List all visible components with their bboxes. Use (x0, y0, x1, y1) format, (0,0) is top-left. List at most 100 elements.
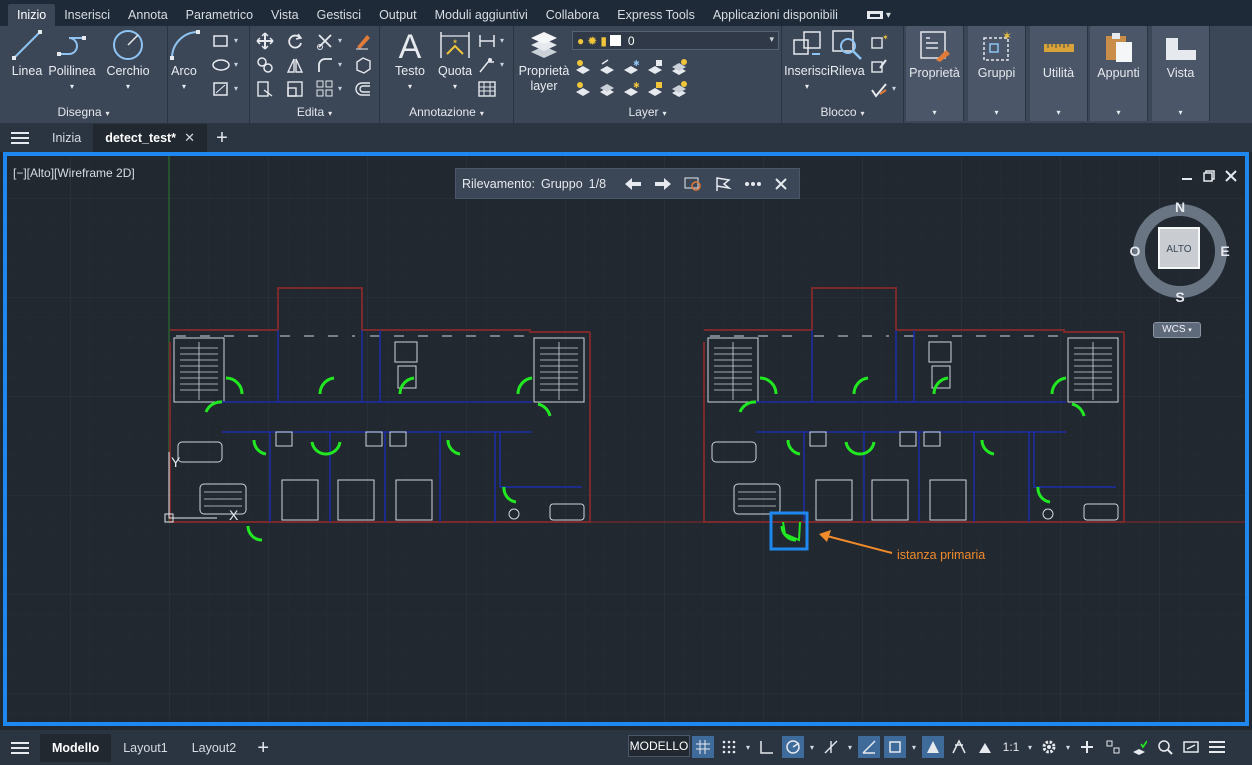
next-arrow-icon[interactable] (654, 177, 672, 191)
quick-properties-icon[interactable] (1128, 736, 1150, 758)
linear-dimension-icon[interactable] (478, 32, 496, 50)
tab-applicazioni-disponibili[interactable]: Applicazioni disponibili (704, 4, 847, 26)
tab-inserisci[interactable]: Inserisci (55, 4, 119, 26)
auto-scale-icon[interactable] (974, 736, 996, 758)
rotate-icon[interactable] (286, 32, 304, 50)
grid-icon[interactable] (692, 736, 714, 758)
chevron-down-icon[interactable]: ▾ (1064, 743, 1072, 752)
tab-moduli-aggiuntivi[interactable]: Moduli aggiuntivi (426, 4, 537, 26)
inserisci-button[interactable]: Inserisci ▾ (784, 28, 830, 94)
utilita-panel-button[interactable]: Utilità ▾ (1030, 26, 1088, 121)
block-attribute-icon[interactable] (870, 80, 888, 98)
tab-gestisci[interactable]: Gestisci (308, 4, 370, 26)
isodraft-icon[interactable] (820, 736, 842, 758)
isolate-objects-icon[interactable] (1154, 736, 1176, 758)
quota-button[interactable]: ✶ Quota ▾ (434, 28, 476, 94)
customize-menu-icon[interactable] (1206, 736, 1228, 758)
tab-express-tools[interactable]: Express Tools (608, 4, 704, 26)
tab-annota[interactable]: Annota (119, 4, 177, 26)
rileva-button[interactable]: Rileva (830, 28, 865, 79)
hatch-icon[interactable] (212, 80, 230, 98)
polilinea-button[interactable]: Polilinea ▾ (48, 28, 96, 94)
new-tab-button[interactable]: + (207, 124, 237, 152)
trim-icon[interactable] (316, 32, 334, 50)
close-icon[interactable] (774, 177, 788, 191)
minimize-icon[interactable] (1181, 170, 1193, 182)
layout-menu-button[interactable] (0, 734, 40, 762)
object-snap-tracking-icon[interactable] (858, 736, 880, 758)
chevron-down-icon[interactable]: ▾ (846, 743, 854, 752)
tab-output[interactable]: Output (370, 4, 426, 26)
more-options-icon[interactable] (744, 181, 762, 187)
scale-dropdown[interactable]: 1:1 (1000, 736, 1022, 758)
chevron-down-icon[interactable]: ▾ (808, 743, 816, 752)
ribbon-options-button[interactable]: ▾ (866, 4, 891, 26)
ortho-icon[interactable] (756, 736, 778, 758)
units-icon[interactable] (1102, 736, 1124, 758)
layer-lock-icon[interactable] (646, 58, 664, 76)
previous-arrow-icon[interactable] (624, 177, 642, 191)
table-icon[interactable] (478, 80, 496, 98)
object-snap-icon[interactable] (884, 736, 906, 758)
edit-block-icon[interactable] (870, 56, 888, 74)
array-icon[interactable] (316, 80, 334, 98)
layer-freeze-icon[interactable]: ✱ (622, 58, 640, 76)
flag-icon[interactable] (714, 176, 732, 192)
panel-title-layer[interactable]: Layer ▾ (514, 105, 781, 121)
rectangle-icon[interactable] (212, 32, 230, 50)
layer-previous-icon[interactable] (598, 58, 616, 76)
viewport-controls-label[interactable]: [−][Alto][Wireframe 2D] (13, 166, 135, 180)
chevron-down-icon[interactable]: ▾ (744, 743, 752, 752)
close-icon[interactable]: ✕ (184, 124, 195, 152)
layer-thaw-icon[interactable]: ✱ (622, 80, 640, 98)
erase-icon[interactable] (354, 32, 372, 50)
tab-inizia[interactable]: Inizia (40, 124, 93, 152)
scale-icon[interactable] (286, 80, 304, 98)
panel-title-disegna[interactable]: Disegna ▾ (0, 105, 167, 121)
close-icon[interactable] (1225, 170, 1237, 182)
offset-icon[interactable] (354, 80, 372, 98)
tab-modello[interactable]: Modello (40, 733, 112, 762)
annotation-monitor-plus-icon[interactable] (1076, 736, 1098, 758)
arco-button[interactable]: Arco ▾ (168, 28, 200, 94)
drawing-viewport[interactable]: X Y ALTO N S E O [−][Alto][Wireframe 2D]… (3, 152, 1249, 726)
linea-button[interactable]: Linea (8, 28, 46, 79)
layer-match-icon[interactable] (574, 58, 592, 76)
tab-layout2[interactable]: Layout2 (180, 734, 248, 762)
fillet-icon[interactable] (316, 56, 334, 74)
layer-change-icon[interactable] (598, 80, 616, 98)
vista-panel-button[interactable]: Vista ▾ (1152, 26, 1210, 121)
create-block-icon[interactable]: ✶ (870, 32, 888, 50)
zoom-selection-icon[interactable] (684, 176, 702, 192)
mirror-icon[interactable] (286, 56, 304, 74)
model-space-button[interactable]: MODELLO (628, 735, 690, 757)
appunti-panel-button[interactable]: Appunti ▾ (1090, 26, 1148, 121)
layer-unlock-icon[interactable] (646, 80, 664, 98)
leader-icon[interactable] (478, 56, 496, 74)
snap-icon[interactable] (718, 736, 740, 758)
layer-walk-icon[interactable] (670, 58, 688, 76)
polar-tracking-icon[interactable] (782, 736, 804, 758)
annotation-visibility-icon[interactable] (948, 736, 970, 758)
gruppi-panel-button[interactable]: ✶ Gruppi ▾ (968, 26, 1026, 121)
tab-parametrico[interactable]: Parametrico (177, 4, 262, 26)
tab-collabora[interactable]: Collabora (537, 4, 609, 26)
stretch-icon[interactable] (256, 80, 274, 98)
layer-merge-icon[interactable] (670, 80, 688, 98)
panel-title-annotazione[interactable]: Annotazione ▾ (380, 105, 513, 121)
cerchio-button[interactable]: Cerchio ▾ (104, 28, 152, 94)
fullscreen-icon[interactable] (1180, 736, 1202, 758)
app-menu-button[interactable] (0, 124, 40, 152)
copy-icon[interactable] (256, 56, 274, 74)
layer-dropdown[interactable]: ● ✹ ▮ 0 ▾ (572, 31, 779, 50)
new-layout-button[interactable]: + (248, 734, 278, 762)
ellipse-icon[interactable] (212, 56, 230, 74)
annotation-scale-icon[interactable] (922, 736, 944, 758)
tab-layout1[interactable]: Layout1 (111, 734, 179, 762)
chevron-down-icon[interactable]: ▾ (1026, 743, 1034, 752)
chevron-down-icon[interactable]: ▾ (910, 743, 918, 752)
proprieta-panel-button[interactable]: Proprietà ▾ (906, 26, 964, 121)
restore-icon[interactable] (1203, 170, 1215, 182)
tab-detect-test[interactable]: detect_test* ✕ (93, 124, 207, 152)
drawing-canvas[interactable]: X Y ALTO N S E O (7, 156, 1245, 722)
